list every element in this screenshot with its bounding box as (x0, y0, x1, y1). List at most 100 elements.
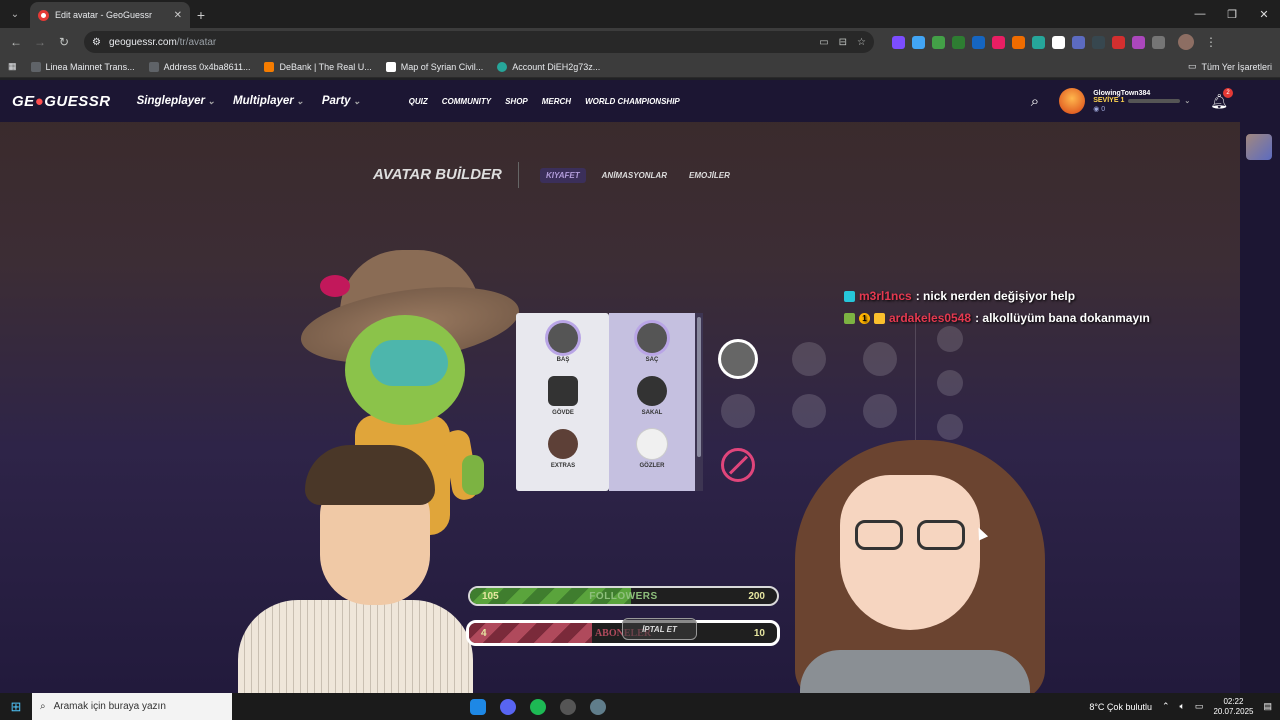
chevron-down-icon: ⌄ (1184, 97, 1191, 105)
category-extras[interactable]: EXTRAS (538, 429, 588, 469)
taskbar-search-placeholder: Aramak için buraya yazın (53, 701, 166, 712)
chrome-icon[interactable] (560, 698, 576, 715)
tab-search-icon[interactable]: ⌄ (4, 3, 26, 25)
nav-merch[interactable]: MERCH (542, 97, 571, 106)
category-hair[interactable]: SAÇ (627, 323, 677, 363)
browser-tab[interactable]: Edit avatar - GeoGuessr ✕ (30, 2, 190, 28)
new-tab-icon[interactable]: + (190, 4, 212, 26)
extension-icon[interactable] (932, 35, 945, 49)
forward-icon[interactable]: → (30, 32, 50, 52)
nav-quiz[interactable]: QUIZ (409, 97, 428, 106)
hair-option[interactable] (792, 394, 826, 428)
tab-title: Edit avatar - GeoGuessr (55, 10, 153, 20)
all-bookmarks[interactable]: ▭ Tüm Yer İşaretleri (1188, 61, 1272, 72)
extension-icon[interactable] (1112, 35, 1125, 49)
cast-icon[interactable]: ▭ (819, 37, 828, 48)
extension-icon[interactable] (1052, 35, 1065, 49)
weather[interactable]: 8°C Çok bulutlu (1089, 702, 1152, 712)
address-bar[interactable]: ⚙ geoguessr.com/tr/avatar ▭ ⊟ ☆ (84, 31, 874, 53)
extension-icon[interactable] (892, 35, 905, 49)
level-label: SEVİYE 1 (1093, 97, 1125, 104)
hair-option-selected[interactable] (721, 342, 755, 376)
extension-icon[interactable] (1132, 35, 1145, 49)
bookmark[interactable]: Address 0x4ba8611... (148, 61, 250, 72)
volume-icon[interactable]: 🔈︎ (1180, 701, 1185, 712)
chevron-up-icon[interactable]: ⌃ (1162, 701, 1170, 712)
category-beard[interactable]: SAKAL (627, 376, 677, 416)
category-body[interactable]: GÖVDE (538, 376, 588, 416)
extension-icon[interactable] (912, 35, 925, 49)
hair-option[interactable] (863, 342, 897, 376)
bookmark[interactable]: DeBank | The Real U... (264, 61, 372, 72)
extension-icon[interactable] (1032, 35, 1045, 49)
friend-avatar[interactable] (1246, 134, 1272, 160)
bookmark-label: Map of Syrian Civil... (400, 61, 484, 72)
tab-outfit[interactable]: KIYAFET (540, 168, 586, 183)
user-menu[interactable]: GlowingTown384 SEVİYE 1 ⌄ ◉ 0 (1059, 88, 1190, 114)
nav-multiplayer[interactable]: Multiplayer (233, 95, 304, 107)
site-info-icon[interactable]: ⚙ (92, 37, 101, 48)
nav-party[interactable]: Party (322, 95, 361, 107)
extension-icon[interactable] (1072, 35, 1085, 49)
nav-world-championship[interactable]: WORLD CHAMPIONSHIP (585, 97, 680, 106)
spotify-icon[interactable] (530, 698, 546, 715)
notification-center-icon[interactable]: ▤ (1263, 701, 1272, 712)
extension-icon[interactable] (1012, 35, 1025, 49)
app-icon[interactable] (470, 698, 486, 715)
reload-icon[interactable]: ↻ (54, 32, 74, 52)
tab-emotes[interactable]: EMOJİLER (683, 168, 736, 183)
color-option-locked[interactable] (937, 414, 963, 440)
apps-grid-icon[interactable]: ▦ (8, 61, 17, 72)
minimize-icon[interactable]: — (1184, 0, 1216, 28)
back-icon[interactable]: ← (6, 32, 26, 52)
cancel-button[interactable]: İPTAL ET (622, 618, 697, 640)
bookmark[interactable]: Linea Mainnet Trans... (30, 61, 135, 72)
network-icon[interactable]: ▭ (1195, 701, 1204, 712)
followers-label: FOLLOWERS (589, 590, 658, 602)
tab-animations[interactable]: ANİMASYONLAR (596, 168, 673, 183)
nav-singleplayer[interactable]: Singleplayer (137, 95, 215, 107)
star-icon[interactable]: ☆ (857, 37, 866, 48)
extension-icon[interactable] (972, 35, 985, 49)
category-scrollbar[interactable] (695, 313, 703, 491)
subscribers-progress-fill (469, 623, 593, 643)
restore-icon[interactable]: ❐ (1216, 0, 1248, 28)
taskbar-search[interactable]: ⌕ Aramak için buraya yazın (32, 693, 232, 720)
no-hair-option-icon[interactable] (721, 448, 755, 482)
hair-icon (637, 323, 667, 353)
hair-option-locked[interactable] (792, 342, 826, 376)
notifications-bell-icon[interactable]: 🔔︎ 2 (1210, 87, 1233, 110)
nav-community[interactable]: COMMUNITY (442, 97, 491, 106)
hair-option[interactable] (863, 394, 897, 428)
window-close-icon[interactable]: ✕ (1248, 0, 1280, 28)
extension-icon[interactable] (992, 35, 1005, 49)
profile-avatar[interactable] (1178, 34, 1194, 50)
tab-close-icon[interactable]: ✕ (174, 10, 182, 21)
crown-icon (874, 312, 885, 324)
bookmark[interactable]: Map of Syrian Civil... (385, 61, 484, 72)
category-head[interactable]: BAŞ (538, 323, 588, 363)
search-icon[interactable]: ⌕ (1031, 93, 1039, 110)
eyes-icon (637, 429, 667, 459)
chat-badge-number: 1 (859, 312, 870, 324)
install-icon[interactable]: ⊟ (839, 37, 847, 48)
bookmark[interactable]: Account DiEH2g73z... (497, 61, 600, 72)
discord-icon[interactable] (500, 698, 516, 715)
streamer-male-hair (305, 445, 435, 505)
extension-icon[interactable] (1092, 35, 1105, 49)
stream-chat: m3rl1ncs : nick nerden değişiyor help 1 … (844, 289, 1150, 333)
browser-menu-icon[interactable]: ⋮ (1201, 32, 1221, 52)
nav-shop[interactable]: SHOP (505, 97, 528, 106)
search-icon: ⌕ (40, 701, 46, 712)
category-eyes[interactable]: GÖZLER (627, 429, 677, 469)
windows-start-icon[interactable]: ⊞ (0, 699, 32, 715)
color-option-locked[interactable] (937, 370, 963, 396)
extensions-puzzle-icon[interactable] (1152, 35, 1165, 49)
level-progress-bar (1128, 98, 1181, 103)
clock[interactable]: 02:22 20.07.2025 (1213, 697, 1253, 717)
extension-icon[interactable] (952, 35, 965, 49)
followers-current: 105 (482, 590, 499, 602)
app-icon[interactable] (590, 698, 606, 715)
geoguessr-logo[interactable]: GE●GUESSR (12, 93, 111, 110)
hair-option[interactable] (721, 394, 755, 428)
